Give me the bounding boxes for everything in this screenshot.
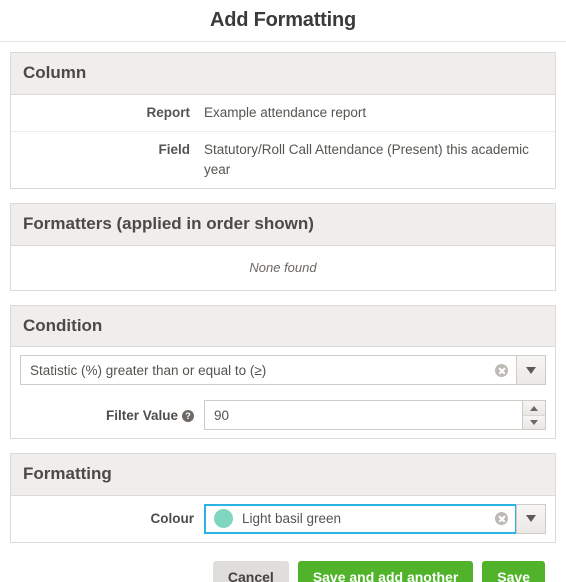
column-panel-body: Report Example attendance report Field S… — [11, 94, 555, 189]
column-panel: Column Report Example attendance report … — [10, 52, 556, 190]
filter-value-row: Filter Value? 90 — [11, 393, 555, 438]
colour-select-dropdown-button[interactable] — [516, 503, 546, 534]
report-value: Example attendance report — [204, 104, 367, 120]
colour-select-field[interactable]: Light basil green — [204, 503, 516, 534]
colour-swatch-icon — [214, 509, 233, 529]
filter-value-text: 90 — [214, 407, 230, 423]
clear-circle-icon[interactable] — [495, 512, 508, 526]
condition-panel-heading: Condition — [11, 305, 555, 348]
save-button[interactable]: Save — [482, 560, 545, 582]
dialog-footer: Cancel Save and add another Save — [10, 557, 556, 582]
filter-value-stepper[interactable]: 90 — [204, 400, 546, 431]
colour-label: Colour — [150, 511, 195, 527]
condition-select-dropdown-button[interactable] — [516, 355, 546, 386]
formatting-panel-body: Colour Light basil green — [11, 495, 555, 542]
condition-panel-body: Statistic (%) greater than or equal to (… — [11, 347, 555, 439]
column-panel-title: Column — [23, 63, 87, 82]
formatters-empty-state: None found — [249, 259, 317, 275]
chevron-down-icon — [526, 515, 536, 523]
table-row: Report Example attendance report — [11, 95, 555, 133]
condition-select-value: Statistic (%) greater than or equal to (… — [30, 362, 267, 378]
column-panel-heading: Column — [11, 53, 555, 95]
spinner-increment-button[interactable] — [523, 401, 545, 416]
condition-select-row: Statistic (%) greater than or equal to (… — [11, 347, 555, 393]
report-label: Report — [146, 104, 191, 120]
condition-panel: Condition Statistic (%) greater than or … — [10, 304, 556, 440]
clear-circle-icon[interactable] — [495, 363, 508, 377]
formatting-panel: Formatting Colour Light basil green — [10, 453, 556, 543]
caret-up-icon — [530, 405, 538, 411]
colour-row: Colour Light basil green — [11, 496, 555, 542]
caret-down-icon — [530, 420, 538, 426]
colour-select-value: Light basil green — [242, 511, 342, 527]
filter-value-spinner[interactable] — [522, 400, 546, 431]
save-and-add-another-button[interactable]: Save and add another — [297, 560, 474, 582]
formatting-panel-heading: Formatting — [11, 454, 555, 496]
formatters-panel-heading: Formatters (applied in order shown) — [11, 204, 555, 246]
formatters-panel-body: None found — [11, 245, 555, 290]
chevron-down-icon — [526, 366, 536, 374]
filter-value-label-text: Filter Value — [105, 407, 178, 423]
colour-select-group[interactable]: Light basil green — [204, 503, 546, 534]
spinner-decrement-button[interactable] — [523, 415, 545, 430]
dialog-body: Column Report Example attendance report … — [0, 42, 566, 582]
condition-select-group[interactable]: Statistic (%) greater than or equal to (… — [20, 355, 546, 386]
page-title: Add Formatting — [209, 9, 357, 31]
formatters-panel: Formatters (applied in order shown) None… — [10, 203, 556, 291]
filter-value-label: Filter Value? — [20, 408, 204, 423]
filter-value-input[interactable]: 90 — [204, 400, 522, 431]
field-value: Statutory/Roll Call Attendance (Present)… — [204, 142, 529, 177]
condition-select-field[interactable]: Statistic (%) greater than or equal to (… — [20, 355, 516, 386]
formatting-panel-title: Formatting — [23, 464, 112, 484]
dialog-header: Add Formatting — [0, 0, 566, 42]
condition-panel-title: Condition — [23, 315, 103, 335]
field-label: Field — [158, 142, 190, 158]
help-circle-icon[interactable]: ? — [182, 410, 194, 423]
formatters-panel-title: Formatters (applied in order shown) — [23, 214, 314, 234]
cancel-button[interactable]: Cancel — [212, 560, 289, 582]
table-row: Field Statutory/Roll Call Attendance (Pr… — [11, 132, 555, 188]
